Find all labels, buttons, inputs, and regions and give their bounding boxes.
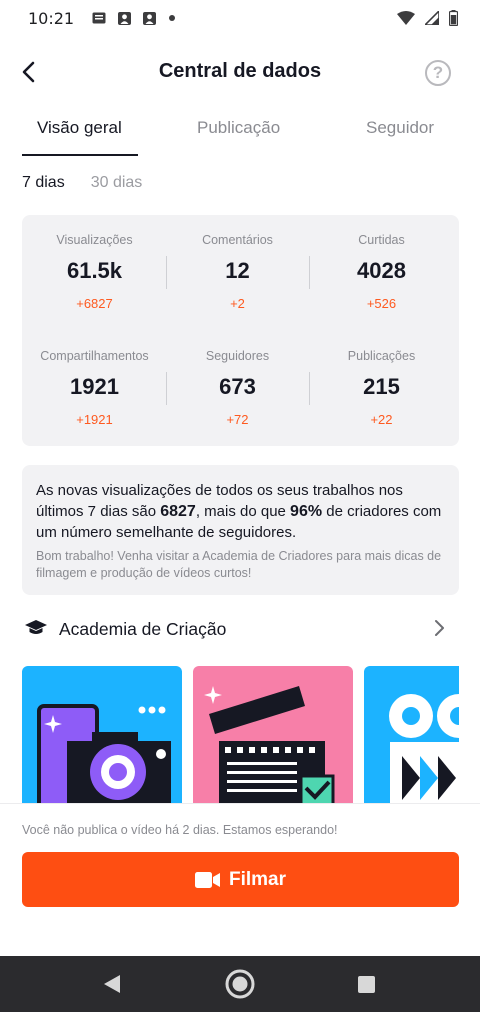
insight-views-value: 6827 [160, 503, 196, 520]
camera-illustration [37, 704, 171, 804]
stat-delta: +22 [370, 412, 393, 427]
range-30-days[interactable]: 30 dias [91, 174, 143, 198]
insight-text: As novas visualizações de todos os seus … [36, 482, 442, 541]
stat-label: Compartilhamentos [40, 349, 149, 363]
chevron-right-icon[interactable] [433, 619, 445, 637]
nav-recents-icon[interactable] [358, 976, 375, 993]
stat-likes[interactable]: Curtidas 4028 +526 [309, 233, 454, 311]
tab-follower[interactable]: Seguidor [366, 118, 434, 138]
stat-label: Curtidas [358, 233, 405, 247]
clapperboard-illustration [204, 686, 335, 804]
bottom-panel: Você não publica o vídeo há 2 dias. Esta… [0, 803, 480, 956]
stat-divider [166, 372, 167, 405]
nav-back-icon[interactable] [103, 974, 121, 994]
stat-value: 1921 [70, 374, 119, 399]
stat-publications[interactable]: Publicações 215 +22 [309, 349, 454, 427]
stat-comments[interactable]: Comentários 12 +2 [165, 233, 310, 311]
tab-overview[interactable]: Visão geral [37, 118, 122, 138]
stat-value: 673 [219, 374, 256, 399]
insight-subtext: Bom trabalho! Venha visitar a Academia d… [36, 549, 442, 580]
stat-value: 215 [363, 374, 400, 399]
wifi-icon [397, 11, 415, 25]
insight-percent-value: 96% [290, 503, 323, 520]
page-title: Central de dados [158, 60, 322, 82]
tab-bar: Visão geral Publicação Seguidor [0, 108, 480, 158]
academy-card-video[interactable] [364, 666, 459, 804]
signal-icon [425, 11, 439, 25]
stat-shares[interactable]: Compartilhamentos 1921 +1921 [22, 349, 167, 427]
user-icon [118, 11, 132, 25]
status-time: 10:21 [28, 8, 75, 28]
nav-home-icon[interactable] [225, 969, 255, 999]
stat-views[interactable]: Visualizações 61.5k +6827 [22, 233, 167, 311]
stat-followers[interactable]: Seguidores 673 +72 [165, 349, 310, 427]
range-selector: 7 dias 30 dias [22, 174, 142, 198]
stat-delta: +2 [230, 296, 245, 311]
graduation-cap-icon [25, 620, 47, 634]
insight-box: As novas visualizações de todos os seus … [22, 465, 459, 595]
stat-divider [309, 256, 310, 289]
academy-card-camera[interactable] [22, 666, 182, 804]
tab-publication[interactable]: Publicação [197, 118, 280, 138]
academy-header[interactable]: Academia de Criação [22, 612, 459, 646]
stat-divider [309, 372, 310, 405]
help-icon[interactable]: ? [425, 60, 451, 86]
message-icon [92, 12, 106, 23]
stat-label: Seguidores [205, 349, 270, 363]
system-nav-bar [0, 956, 480, 1012]
film-button-label: Filmar [228, 868, 287, 890]
status-bar: 10:21 [0, 0, 480, 36]
film-button[interactable]: Filmar [22, 852, 459, 907]
stat-delta: +526 [366, 296, 397, 311]
stat-delta: +72 [226, 412, 249, 427]
academy-card-clapperboard[interactable] [193, 666, 353, 804]
stat-label: Visualizações [56, 233, 133, 247]
video-illustration [389, 694, 459, 804]
stat-divider [166, 256, 167, 289]
stats-card: Visualizações 61.5k +6827 Comentários 12… [22, 215, 459, 446]
academy-title: Academia de Criação [59, 619, 227, 639]
stat-value: 4028 [357, 258, 406, 283]
academy-cards [22, 666, 459, 804]
stat-delta: +1921 [76, 412, 113, 427]
user-icon [143, 11, 157, 25]
header: Central de dados ? [0, 48, 480, 96]
active-tab-indicator [22, 154, 138, 156]
stat-label: Publicações [347, 349, 416, 363]
stat-value: 61.5k [66, 258, 123, 283]
stat-label: Comentários [202, 233, 273, 247]
dot-icon [169, 15, 176, 21]
video-camera-icon [194, 871, 220, 888]
battery-icon [449, 10, 458, 26]
publish-nudge-text: Você não publica o vídeo há 2 dias. Esta… [22, 823, 338, 837]
range-7-days[interactable]: 7 dias [22, 174, 65, 198]
stat-delta: +6827 [76, 296, 113, 311]
stat-value: 12 [225, 258, 250, 283]
